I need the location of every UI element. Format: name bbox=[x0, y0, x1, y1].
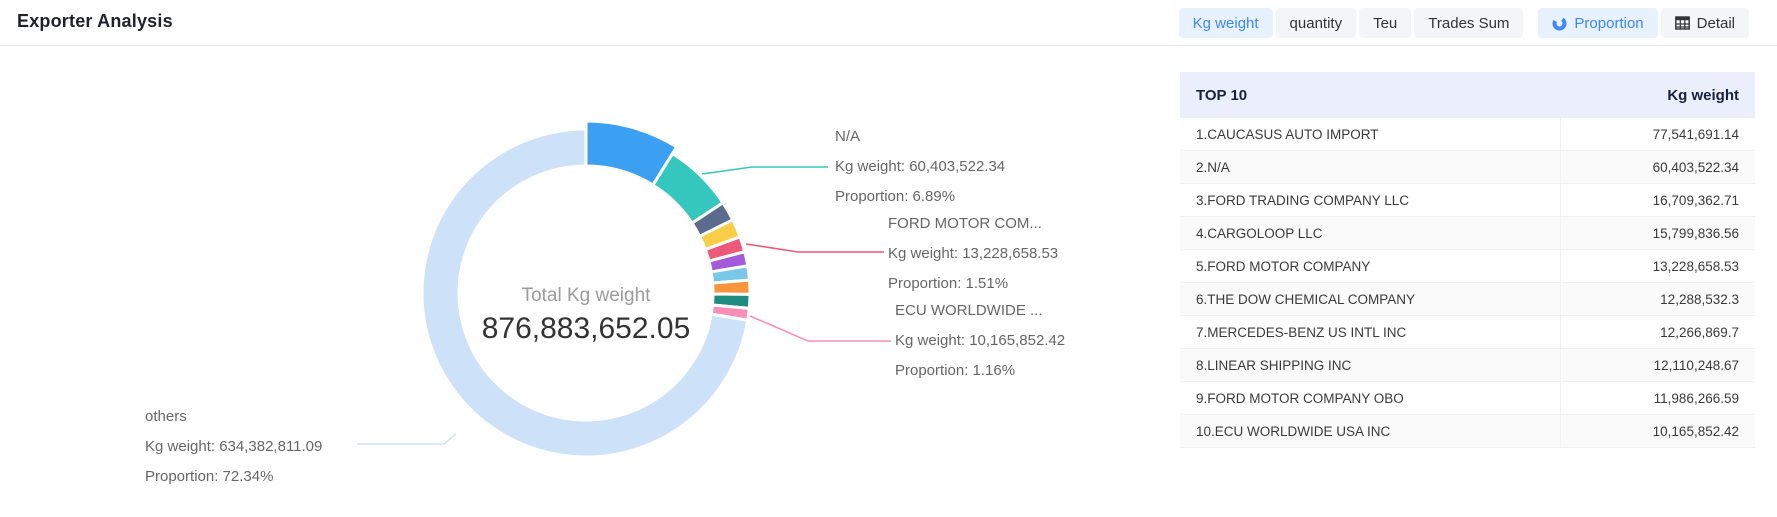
top-bar: Exporter Analysis Kg weight quantity Teu Tr… bbox=[0, 0, 1777, 46]
callout-ecu-worldwide: ECU WORLDWIDE ...Kg weight: 10,165,852.4… bbox=[895, 296, 1065, 386]
tab-label: quantity bbox=[1290, 15, 1343, 32]
kg-weight-value: 16,709,362.71 bbox=[1560, 184, 1755, 216]
callout-leader-line-ford-motor-company bbox=[746, 244, 884, 252]
callout-title: others bbox=[145, 402, 322, 432]
callout-proportion: Proportion: 72.34% bbox=[145, 462, 322, 492]
callout-title: N/A bbox=[835, 122, 1005, 152]
callout-n-a: N/AKg weight: 60,403,522.34Proportion: 6… bbox=[835, 122, 1005, 212]
table-header-top10: TOP 10 bbox=[1180, 72, 1560, 118]
callout-ford-motor-com: FORD MOTOR COM...Kg weight: 13,228,658.5… bbox=[888, 209, 1058, 299]
callout-title: FORD MOTOR COM... bbox=[888, 209, 1058, 239]
tab-label: Teu bbox=[1373, 15, 1397, 32]
table-row[interactable]: 10.ECU WORLDWIDE USA INC10,165,852.42 bbox=[1180, 415, 1755, 448]
tab-label: Trades Sum bbox=[1428, 15, 1509, 32]
exporter-name: 6.THE DOW CHEMICAL COMPANY bbox=[1180, 283, 1560, 315]
page-title: Exporter Analysis bbox=[17, 11, 173, 32]
tab-quantity[interactable]: quantity bbox=[1276, 8, 1357, 38]
kg-weight-value: 10,165,852.42 bbox=[1560, 415, 1755, 447]
callout-kg-weight: Kg weight: 634,382,811.09 bbox=[145, 432, 322, 462]
callout-title: ECU WORLDWIDE ... bbox=[895, 296, 1065, 326]
table-row[interactable]: 6.THE DOW CHEMICAL COMPANY12,288,532.3 bbox=[1180, 283, 1755, 316]
kg-weight-value: 77,541,691.14 bbox=[1560, 118, 1755, 150]
exporter-name: 4.CARGOLOOP LLC bbox=[1180, 217, 1560, 249]
exporter-name: 3.FORD TRADING COMPANY LLC bbox=[1180, 184, 1560, 216]
tab-proportion[interactable]: Proportion bbox=[1538, 8, 1657, 38]
callout-proportion: Proportion: 6.89% bbox=[835, 182, 1005, 212]
table-row[interactable]: 9.FORD MOTOR COMPANY OBO11,986,266.59 bbox=[1180, 382, 1755, 415]
top10-table: TOP 10 Kg weight 1.CAUCASUS AUTO IMPORT7… bbox=[1180, 72, 1755, 448]
table-icon bbox=[1675, 16, 1690, 30]
exporter-name: 2.N/A bbox=[1180, 151, 1560, 183]
exporter-name: 1.CAUCASUS AUTO IMPORT bbox=[1180, 118, 1560, 150]
exporter-name: 9.FORD MOTOR COMPANY OBO bbox=[1180, 382, 1560, 414]
callout-kg-weight: Kg weight: 10,165,852.42 bbox=[895, 326, 1065, 356]
exporter-name: 5.FORD MOTOR COMPANY bbox=[1180, 250, 1560, 282]
kg-weight-value: 12,110,248.67 bbox=[1560, 349, 1755, 381]
tab-kg-weight[interactable]: Kg weight bbox=[1179, 8, 1273, 38]
table-row[interactable]: 8.LINEAR SHIPPING INC12,110,248.67 bbox=[1180, 349, 1755, 382]
callout-proportion: Proportion: 1.51% bbox=[888, 269, 1058, 299]
table-row[interactable]: 4.CARGOLOOP LLC15,799,836.56 bbox=[1180, 217, 1755, 250]
content-pane: Total Kg weight 876,883,652.05 N/AKg wei… bbox=[0, 46, 1777, 517]
callout-kg-weight: Kg weight: 60,403,522.34 bbox=[835, 152, 1005, 182]
table-row[interactable]: 7.MERCEDES-BENZ US INTL INC12,266,869.7 bbox=[1180, 316, 1755, 349]
callout-kg-weight: Kg weight: 13,228,658.53 bbox=[888, 239, 1058, 269]
tab-detail[interactable]: Detail bbox=[1661, 8, 1749, 38]
tab-label: Proportion bbox=[1574, 15, 1643, 32]
exporter-name: 10.ECU WORLDWIDE USA INC bbox=[1180, 415, 1560, 447]
kg-weight-value: 12,288,532.3 bbox=[1560, 283, 1755, 315]
tab-trades-sum[interactable]: Trades Sum bbox=[1414, 8, 1523, 38]
callout-proportion: Proportion: 1.16% bbox=[895, 356, 1065, 386]
callout-leader-line-ecu-worldwide-usa-inc bbox=[750, 316, 891, 341]
table-header-kg-weight: Kg weight bbox=[1560, 72, 1755, 118]
tab-label: Detail bbox=[1697, 15, 1735, 32]
callout-leader-line-others bbox=[357, 434, 456, 444]
tab-teu[interactable]: Teu bbox=[1359, 8, 1411, 38]
callout-leader-line-n-a bbox=[702, 167, 828, 174]
table-row[interactable]: 1.CAUCASUS AUTO IMPORT77,541,691.14 bbox=[1180, 118, 1755, 151]
table-header-row: TOP 10 Kg weight bbox=[1180, 72, 1755, 118]
table-row[interactable]: 2.N/A60,403,522.34 bbox=[1180, 151, 1755, 184]
kg-weight-value: 11,986,266.59 bbox=[1560, 382, 1755, 414]
callout-others: othersKg weight: 634,382,811.09Proportio… bbox=[145, 402, 322, 492]
table-body: 1.CAUCASUS AUTO IMPORT77,541,691.142.N/A… bbox=[1180, 118, 1755, 448]
table-row[interactable]: 5.FORD MOTOR COMPANY13,228,658.53 bbox=[1180, 250, 1755, 283]
exporter-name: 8.LINEAR SHIPPING INC bbox=[1180, 349, 1560, 381]
kg-weight-value: 60,403,522.34 bbox=[1560, 151, 1755, 183]
table-row[interactable]: 3.FORD TRADING COMPANY LLC16,709,362.71 bbox=[1180, 184, 1755, 217]
tab-label: Kg weight bbox=[1193, 15, 1259, 32]
donut-segment-linear-shipping-inc[interactable] bbox=[713, 280, 750, 294]
kg-weight-value: 13,228,658.53 bbox=[1560, 250, 1755, 282]
kg-weight-value: 12,266,869.7 bbox=[1560, 316, 1755, 348]
donut-chart-icon bbox=[1552, 16, 1567, 31]
kg-weight-value: 15,799,836.56 bbox=[1560, 217, 1755, 249]
exporter-name: 7.MERCEDES-BENZ US INTL INC bbox=[1180, 316, 1560, 348]
tab-bar: Kg weight quantity Teu Trades Sum Proportion… bbox=[1179, 8, 1749, 38]
